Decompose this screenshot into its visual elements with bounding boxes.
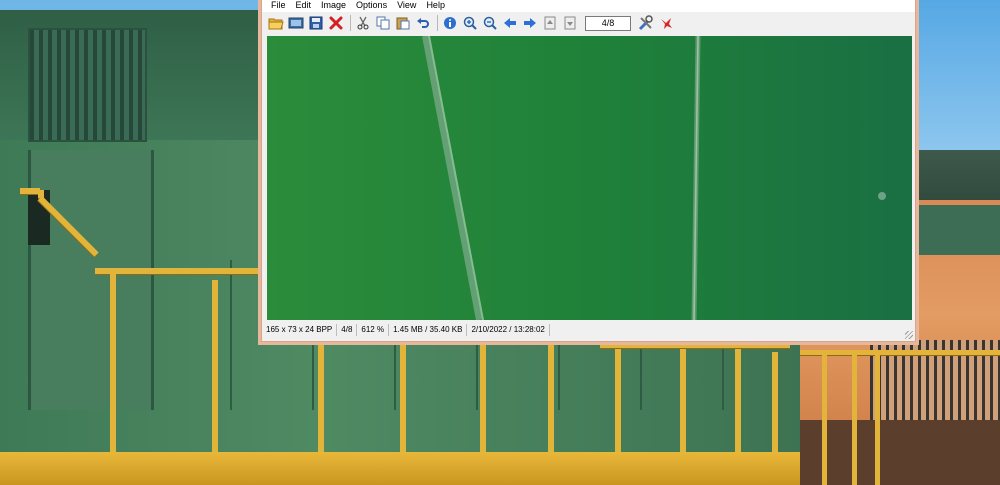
menu-image[interactable]: Image xyxy=(316,0,351,12)
resize-grip[interactable] xyxy=(905,331,913,339)
menu-bar: File Edit Image Options View Help xyxy=(262,0,915,12)
menu-edit[interactable]: Edit xyxy=(291,0,317,12)
zoom-out-icon[interactable] xyxy=(481,14,499,32)
zoom-in-icon[interactable] xyxy=(461,14,479,32)
last-page-icon[interactable] xyxy=(561,14,579,32)
handrail-post xyxy=(735,345,741,460)
handrail xyxy=(600,342,790,348)
undo-icon[interactable] xyxy=(414,14,432,32)
orange-locomotive-roof xyxy=(915,205,1000,255)
handrail-post xyxy=(772,352,778,460)
status-dimensions: 165 x 73 x 24 BPP xyxy=(262,324,338,336)
open-folder-icon[interactable] xyxy=(267,14,285,32)
menu-help[interactable]: Help xyxy=(421,0,450,12)
info-icon[interactable] xyxy=(441,14,459,32)
handrail-post xyxy=(875,355,880,485)
delete-icon[interactable] xyxy=(327,14,345,32)
save-icon[interactable] xyxy=(307,14,325,32)
handrail-post xyxy=(548,340,554,460)
toolbar-separator xyxy=(437,15,438,31)
slideshow-icon[interactable] xyxy=(287,14,305,32)
exit-icon[interactable] xyxy=(657,14,675,32)
status-zoom: 612 % xyxy=(357,324,390,336)
handrail-post xyxy=(480,340,486,460)
toolbar xyxy=(262,12,915,34)
page-number-field[interactable] xyxy=(585,15,631,31)
menu-file[interactable]: File xyxy=(262,0,291,12)
first-page-icon[interactable] xyxy=(541,14,559,32)
locomotive-door xyxy=(28,150,154,410)
status-filesize: 1.45 MB / 35.40 KB xyxy=(389,324,468,336)
handrail-post xyxy=(110,270,116,460)
handrail xyxy=(95,268,265,274)
previous-icon[interactable] xyxy=(501,14,519,32)
cut-icon[interactable] xyxy=(354,14,372,32)
handrail-post xyxy=(680,345,686,460)
status-datetime: 2/10/2022 / 13:28:02 xyxy=(467,324,550,336)
menu-options[interactable]: Options xyxy=(351,0,392,12)
toolbar-separator xyxy=(350,15,351,31)
handrail-post xyxy=(400,340,406,460)
settings-icon[interactable] xyxy=(637,14,655,32)
copy-icon[interactable] xyxy=(374,14,392,32)
zoomed-image xyxy=(267,36,912,320)
paste-icon[interactable] xyxy=(394,14,412,32)
handrail xyxy=(20,188,40,194)
status-bar: 165 x 73 x 24 BPP 4/8 612 % 1.45 MB / 35… xyxy=(262,322,915,338)
walkway xyxy=(0,452,800,485)
locomotive-louvers xyxy=(28,28,147,142)
handrail-post xyxy=(822,355,827,485)
handrail xyxy=(800,350,1000,355)
handrail-post xyxy=(212,280,218,460)
handrail-post xyxy=(615,342,621,460)
image-viewer-window: File Edit Image Options View Help 4/8 16… xyxy=(261,0,916,342)
next-icon[interactable] xyxy=(521,14,539,32)
handrail-post xyxy=(318,340,324,460)
orange-locomotive-frame xyxy=(800,420,1000,485)
status-page: 4/8 xyxy=(337,324,358,336)
menu-view[interactable]: View xyxy=(392,0,421,12)
image-canvas[interactable] xyxy=(267,36,912,320)
handrail-post xyxy=(852,355,857,485)
